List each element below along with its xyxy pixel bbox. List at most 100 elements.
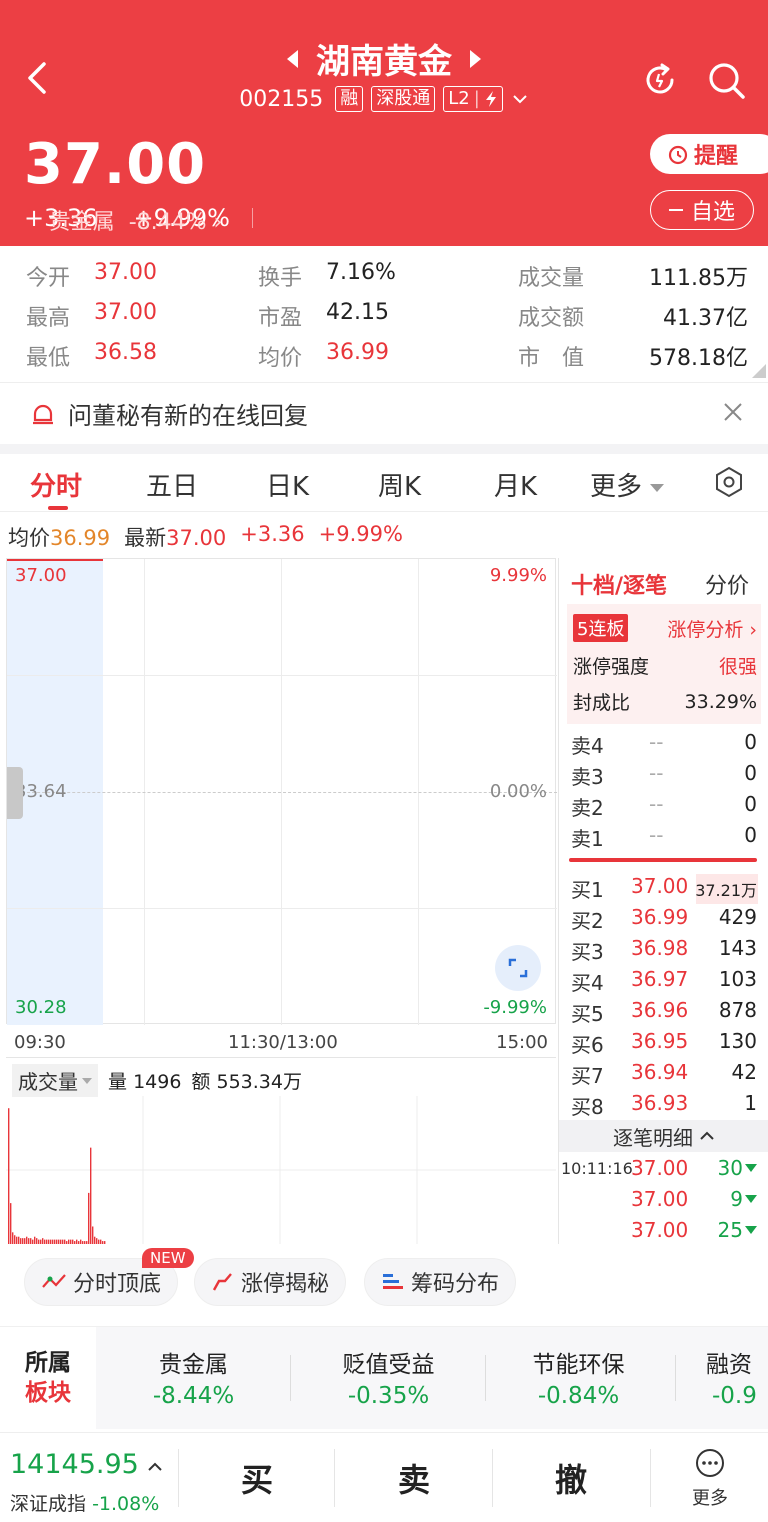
volume-bar <box>60 1239 62 1244</box>
order-book-tab[interactable]: 十档/逐笔 <box>571 568 667 600</box>
refresh-icon[interactable] <box>640 60 680 100</box>
volume-bar <box>90 1147 92 1244</box>
volume-bar <box>100 1239 102 1244</box>
chip-distribution-button[interactable]: 筹码分布 <box>364 1258 517 1306</box>
tab-more[interactable]: 更多 <box>590 466 665 503</box>
axis-top-price: 37.00 <box>15 565 67 586</box>
margin-tag: 融 <box>335 86 364 112</box>
notice-text: 问董秘有新的在线回复 <box>68 402 308 430</box>
volume-bar <box>44 1239 46 1244</box>
new-badge: NEW <box>142 1248 194 1268</box>
bid-row[interactable]: 买5 36.96 878 <box>571 998 757 1028</box>
volume-chart <box>6 1096 556 1244</box>
tab-intraday[interactable]: 分时 <box>30 466 82 503</box>
volume-bar <box>10 1203 12 1244</box>
volume-bar <box>98 1239 100 1244</box>
sector-strip: 所属 板块 贵金属 -8.44% 贬值受益 -0.35% 节能环保 -0.84% 融资… <box>0 1326 768 1429</box>
price-distribution-tab[interactable]: 分价 <box>705 568 749 600</box>
bid-row[interactable]: 买6 36.95 130 <box>571 1029 757 1059</box>
volume-bar <box>24 1238 26 1244</box>
current-price: 37.00 <box>24 132 207 197</box>
tab-monthly-k[interactable]: 月K <box>494 466 537 503</box>
tab-daily-k[interactable]: 日K <box>266 466 309 503</box>
volume-indicator-select[interactable]: 成交量 <box>12 1064 98 1097</box>
settings-hex-icon[interactable] <box>714 466 744 498</box>
volume-bar <box>40 1239 42 1244</box>
down-arrow-icon <box>745 1164 757 1172</box>
tick-detail-header[interactable]: 逐笔明细 <box>559 1120 768 1152</box>
notice-bar[interactable]: 问董秘有新的在线回复 <box>0 382 768 444</box>
chevron-down-icon[interactable] <box>511 92 529 106</box>
down-arrow-icon <box>745 1226 757 1234</box>
next-stock-icon[interactable] <box>470 49 481 68</box>
ask-row[interactable]: 卖2 -- 0 <box>571 792 757 822</box>
volume-bar <box>14 1235 16 1244</box>
close-icon[interactable] <box>722 401 744 423</box>
ask-row[interactable]: 卖3 -- 0 <box>571 761 757 791</box>
bid-row[interactable]: 买3 36.98 143 <box>571 936 757 966</box>
sector-item[interactable]: 节能环保 -0.84% <box>481 1327 676 1429</box>
section-gap <box>0 444 768 454</box>
stats-panel: 今开 37.00 换手 7.16% 成交量 111.85万 最高 37.00 市盈 42.… <box>0 246 768 380</box>
time-axis: 09:30 11:30/13:00 15:00 <box>6 1026 556 1058</box>
rising-line-icon <box>212 1273 232 1291</box>
remind-button[interactable]: 提醒 <box>650 134 768 174</box>
intraday-chart[interactable]: 37.00 33.64 30.28 9.99% 0.00% -9.99% <box>6 558 557 1025</box>
bid-row[interactable]: 买4 36.97 103 <box>571 967 757 997</box>
order-book-panel: 十档/逐笔 分价 5连板 涨停分析 › 涨停强度 很强 封成比 33.29% 卖… <box>558 558 768 1244</box>
tick-row: 37.00 25 <box>559 1218 768 1248</box>
watchlist-button[interactable]: 自选 <box>650 190 754 230</box>
ask-row[interactable]: 卖4 -- 0 <box>571 730 757 760</box>
bid-row[interactable]: 买2 36.99 429 <box>571 905 757 935</box>
streak-badge: 5连板 <box>573 614 629 642</box>
volume-bar <box>36 1238 38 1244</box>
seal-ratio: 33.29% <box>684 690 757 713</box>
sector-item[interactable]: 融资 -0.9 <box>684 1327 768 1429</box>
volume-bar <box>66 1241 68 1244</box>
sector-item[interactable]: 贬值受益 -0.35% <box>291 1327 486 1429</box>
sector-item[interactable]: 贵金属 -8.44% <box>96 1327 291 1429</box>
expand-corner-icon[interactable] <box>752 364 766 378</box>
down-arrow-icon <box>745 1195 757 1203</box>
volume-bar <box>88 1192 90 1244</box>
prev-stock-icon[interactable] <box>287 49 298 68</box>
chart-drag-handle[interactable] <box>7 767 23 819</box>
sector-scroll[interactable]: 贵金属 -8.44% 贬值受益 -0.35% 节能环保 -0.84% 融资 -0.9 <box>96 1327 768 1429</box>
limit-analysis-link[interactable]: 涨停分析 › <box>667 615 757 642</box>
fullscreen-button[interactable] <box>495 945 541 991</box>
volume-bar <box>72 1239 74 1244</box>
intraday-quote-row: 均价36.99 最新37.00 +3.36 +9.99% <box>8 522 403 550</box>
chevron-up-icon <box>700 1131 714 1140</box>
tick-row: 37.00 9 <box>559 1187 768 1217</box>
volume-bar <box>52 1239 54 1244</box>
sell-button[interactable]: 卖 <box>336 1433 492 1522</box>
active-tab-indicator <box>48 506 68 510</box>
alarm-icon <box>668 145 688 165</box>
stock-code: 002155 <box>239 86 324 112</box>
bid-row[interactable]: 买8 36.93 1 <box>571 1091 757 1121</box>
axis-bot-price: 30.28 <box>15 997 67 1018</box>
level2-tag[interactable]: L2 | <box>443 86 503 112</box>
volume-bar <box>50 1239 52 1244</box>
trade-bar: 14145.95 深证成指 -1.08% 买 卖 撤 更多 <box>0 1432 768 1522</box>
price-line <box>7 559 103 561</box>
more-button[interactable]: 更多 <box>670 1447 750 1510</box>
trend-line-icon <box>42 1274 66 1288</box>
tab-five-day[interactable]: 五日 <box>146 466 198 503</box>
minus-icon <box>668 209 683 211</box>
bid-row[interactable]: 买1 37.00 37.21万 <box>571 874 757 904</box>
time-start: 09:30 <box>14 1032 66 1053</box>
tab-weekly-k[interactable]: 周K <box>378 466 421 503</box>
chevron-up-icon <box>148 1462 163 1471</box>
search-icon[interactable] <box>706 60 748 102</box>
limit-up-secret-button[interactable]: 涨停揭秘 <box>194 1258 347 1306</box>
cancel-order-button[interactable]: 撤 <box>494 1433 648 1522</box>
volume-bar <box>56 1239 58 1244</box>
more-dots-icon <box>696 1449 724 1477</box>
buy-button[interactable]: 买 <box>180 1433 334 1522</box>
volume-bar <box>58 1239 60 1244</box>
volume-bar <box>12 1232 14 1244</box>
ask-row[interactable]: 卖1 -- 0 <box>571 823 757 853</box>
volume-bar <box>62 1239 64 1244</box>
bid-row[interactable]: 买7 36.94 42 <box>571 1060 757 1090</box>
